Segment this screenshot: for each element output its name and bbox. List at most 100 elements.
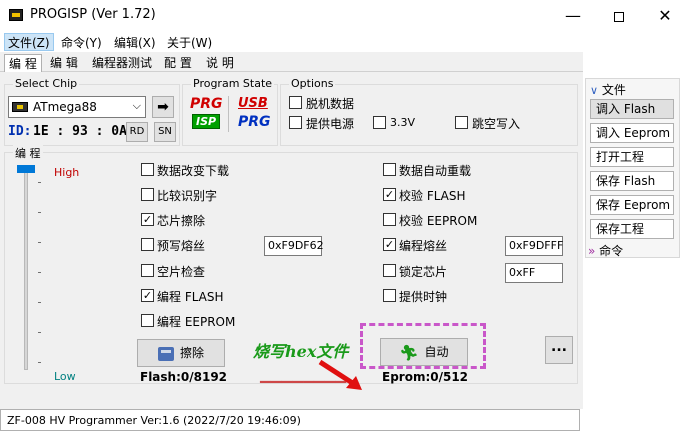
- save-eeprom-button[interactable]: 保存 Eeprom: [590, 195, 674, 215]
- blank-check-label: 空片检查: [157, 265, 206, 279]
- offline-data-label: 脱机数据: [306, 97, 355, 111]
- menu-about[interactable]: 关于(W): [164, 34, 215, 51]
- verify-eeprom-checkbox[interactable]: [383, 213, 396, 226]
- tab-config[interactable]: 配 置: [160, 54, 196, 72]
- program-state-label: Program State: [191, 77, 275, 90]
- program-fuse-label: 编程熔丝: [399, 239, 448, 253]
- slider-tick: [38, 182, 41, 183]
- expand-chevron-icon: »: [588, 244, 596, 258]
- slider-tick: [38, 362, 41, 363]
- slider-high-label: High: [54, 166, 80, 179]
- save-flash-button[interactable]: 保存 Flash: [590, 171, 674, 191]
- app-chip-icon: [9, 9, 23, 21]
- load-eeprom-button[interactable]: 调入 Eeprom: [590, 123, 674, 143]
- auto-button[interactable]: 🏃︎ 自动: [380, 338, 468, 366]
- skip-blank-label: 跳空写入: [472, 117, 521, 131]
- status-bar: ZF-008 HV Programmer Ver:1.6 (2022/7/20 …: [0, 409, 580, 431]
- file-sidebar: ∨ 文件 调入 Flash 调入 Eeprom 打开工程 保存 Flash 保存…: [585, 78, 680, 258]
- tab-program[interactable]: 编 程: [4, 54, 42, 72]
- options-label: Options: [289, 77, 336, 90]
- program-eeprom-checkbox[interactable]: [141, 314, 154, 327]
- erase-button[interactable]: 擦除: [137, 339, 225, 367]
- offline-data-checkbox[interactable]: [289, 96, 302, 109]
- prg-isp-icon-isp: ISP: [192, 114, 221, 129]
- file-section-title: 文件: [601, 83, 626, 97]
- command-section-header[interactable]: » 命令: [588, 242, 623, 259]
- id-value: 1E : 93 : 0A: [33, 124, 127, 139]
- select-chip-label: Select Chip: [13, 77, 80, 90]
- eraser-icon: [157, 346, 174, 361]
- command-section-title: 命令: [599, 244, 624, 258]
- blank-check-checkbox[interactable]: [141, 264, 154, 277]
- menu-command[interactable]: 命令(Y): [58, 34, 105, 51]
- erase-button-label: 擦除: [179, 346, 204, 360]
- load-flash-button[interactable]: 调入 Flash: [590, 99, 674, 119]
- menu-edit[interactable]: 编辑(X): [111, 34, 159, 51]
- v33-label: 3.3V: [390, 116, 416, 129]
- auto-reload-label: 数据自动重载: [399, 164, 472, 178]
- usb-prg-icon-usb: USB: [238, 96, 268, 111]
- title-bar: PROGISP (Ver 1.72) — ✕: [0, 0, 688, 32]
- sn-button[interactable]: SN: [154, 122, 176, 142]
- file-section-header[interactable]: ∨ 文件: [590, 81, 626, 98]
- speed-slider-thumb[interactable]: [17, 165, 35, 173]
- window-title: PROGISP (Ver 1.72): [30, 7, 156, 22]
- program-flash-checkbox[interactable]: ✓: [141, 289, 154, 302]
- minimize-button[interactable]: —: [550, 0, 596, 32]
- menu-bar: 文件(Z) 命令(Y) 编辑(X) 关于(W): [0, 32, 688, 52]
- main-panel: Select Chip ATmega88 ⌵ ➡ ID: 1E : 93 : 0…: [0, 72, 583, 409]
- usb-prg-icon-prg: PRG: [238, 114, 271, 130]
- prewrite-fuse-value[interactable]: 0xF9DF62: [264, 236, 324, 256]
- chip-icon: [12, 102, 28, 112]
- prg-isp-icon-prg: PRG: [190, 96, 223, 112]
- tab-help[interactable]: 说 明: [202, 54, 238, 72]
- program-fuse-checkbox[interactable]: ✓: [383, 238, 396, 251]
- tab-programmer-test[interactable]: 编程器测试: [88, 54, 156, 72]
- maximize-button[interactable]: [596, 0, 642, 32]
- slider-tick: [38, 332, 41, 333]
- more-options-button[interactable]: ...: [545, 336, 573, 364]
- compare-signature-label: 比较识别字: [157, 189, 218, 203]
- v33-checkbox[interactable]: [373, 116, 386, 129]
- program-eeprom-label: 编程 EEPROM: [157, 315, 236, 329]
- skip-blank-checkbox[interactable]: [455, 116, 468, 129]
- menu-file[interactable]: 文件(Z): [4, 33, 54, 51]
- compare-signature-checkbox[interactable]: [141, 188, 154, 201]
- download-on-change-label: 数据改变下载: [157, 164, 230, 178]
- save-project-button[interactable]: 保存工程: [590, 219, 674, 239]
- provide-power-checkbox[interactable]: [289, 116, 302, 129]
- programming-label: 编 程: [13, 145, 43, 161]
- maximize-icon: [614, 11, 624, 22]
- provide-clock-checkbox[interactable]: [383, 289, 396, 302]
- verify-eeprom-label: 校验 EEPROM: [399, 214, 478, 228]
- program-fuse-value[interactable]: 0xF9DFFF: [505, 236, 563, 256]
- close-button[interactable]: ✕: [642, 0, 688, 32]
- speed-slider-track[interactable]: [24, 170, 28, 370]
- slider-tick: [38, 302, 41, 303]
- slider-tick: [38, 242, 41, 243]
- program-flash-label: 编程 FLASH: [157, 290, 224, 304]
- lock-chip-label: 锁定芯片: [399, 265, 448, 279]
- chip-erase-checkbox[interactable]: ✓: [141, 213, 154, 226]
- tab-edit[interactable]: 编 辑: [46, 54, 82, 72]
- download-on-change-checkbox[interactable]: [141, 163, 154, 176]
- lock-chip-checkbox[interactable]: [383, 264, 396, 277]
- chip-erase-label: 芯片擦除: [157, 214, 206, 228]
- lock-fuse-value[interactable]: 0xFF: [505, 263, 563, 283]
- slider-low-label: Low: [54, 370, 76, 383]
- slider-tick: [38, 272, 41, 273]
- chevron-down-icon: ⌵: [132, 99, 141, 112]
- rd-button[interactable]: RD: [126, 122, 148, 142]
- prewrite-fuse-checkbox[interactable]: [141, 238, 154, 251]
- prewrite-fuse-label: 预写熔丝: [157, 239, 206, 253]
- running-man-icon: 🏃︎: [399, 343, 419, 362]
- auto-reload-checkbox[interactable]: [383, 163, 396, 176]
- apply-chip-button[interactable]: ➡: [152, 96, 174, 118]
- collapse-chevron-icon: ∨: [590, 84, 599, 97]
- auto-button-label: 自动: [424, 345, 449, 359]
- tab-bar: 编 程 编 辑 编程器测试 配 置 说 明: [0, 52, 583, 72]
- open-project-button[interactable]: 打开工程: [590, 147, 674, 167]
- verify-flash-label: 校验 FLASH: [399, 189, 466, 203]
- verify-flash-checkbox[interactable]: ✓: [383, 188, 396, 201]
- chip-select[interactable]: ATmega88 ⌵: [8, 96, 146, 118]
